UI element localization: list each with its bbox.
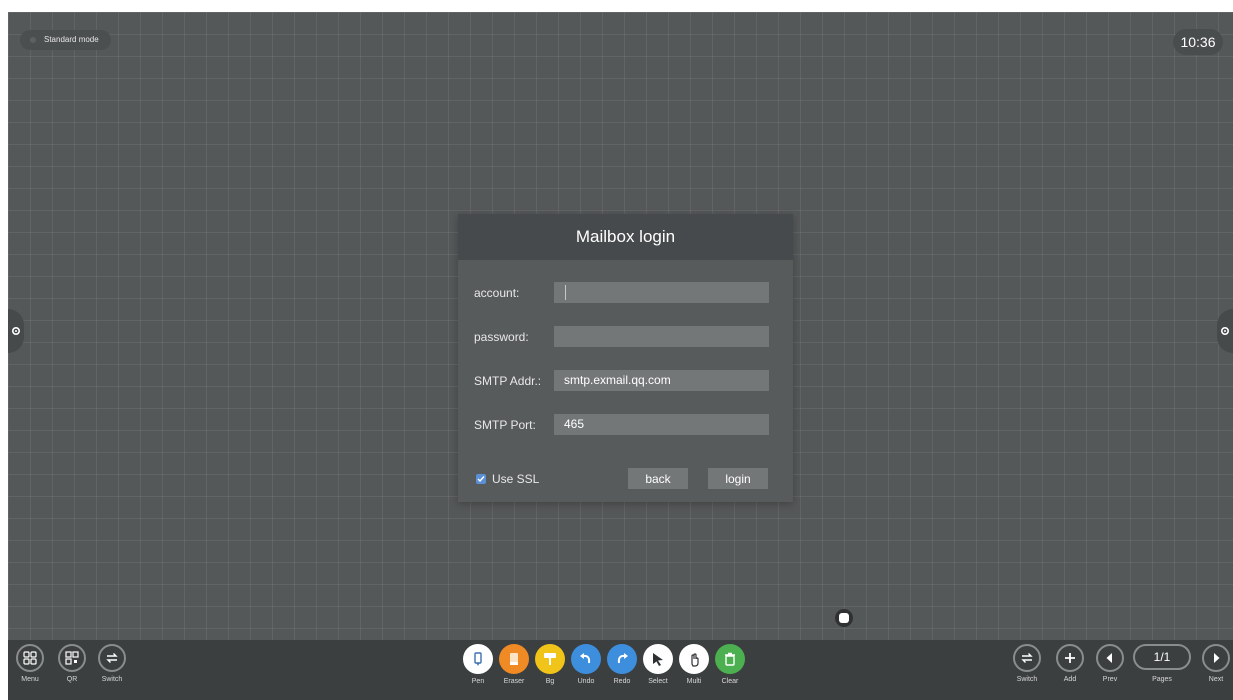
redo-tool[interactable]: Redo xyxy=(607,644,637,685)
next-label: Next xyxy=(1208,676,1224,683)
add-label: Add xyxy=(1063,676,1077,683)
smtp-port-label: SMTP Port: xyxy=(474,418,536,432)
mode-label: Standard mode xyxy=(44,35,99,44)
back-button[interactable]: back xyxy=(628,468,688,489)
switch-left-button[interactable]: Switch xyxy=(98,644,126,683)
eraser-label: Eraser xyxy=(503,678,525,685)
account-row: account: xyxy=(474,282,770,303)
smtp-addr-row: SMTP Addr.: smtp.exmail.qq.com xyxy=(474,370,770,391)
mailbox-login-dialog: Mailbox login account: password: SMTP Ad… xyxy=(458,214,793,502)
multi-touch-tool[interactable]: Multi xyxy=(679,644,709,685)
switch-right-button[interactable]: Switch xyxy=(1013,644,1041,683)
add-page-button[interactable]: Add xyxy=(1056,644,1084,683)
pen-label: Pen xyxy=(471,678,485,685)
select-tool[interactable]: Select xyxy=(643,644,673,685)
pages-indicator[interactable]: 1/1 Pages xyxy=(1133,644,1191,683)
whiteboard-canvas[interactable]: Standard mode 10:36 Mailbox login accoun… xyxy=(8,12,1233,700)
qr-code-icon xyxy=(65,651,79,665)
clock: 10:36 xyxy=(1173,29,1223,55)
clear-tool[interactable]: Clear xyxy=(715,644,745,685)
account-label: account: xyxy=(474,286,520,300)
menu-button[interactable]: Menu xyxy=(16,644,44,683)
square-dot-icon xyxy=(839,613,849,623)
use-ssl-checkbox[interactable] xyxy=(476,474,486,484)
menu-grid-icon xyxy=(23,651,37,665)
mode-indicator[interactable]: Standard mode xyxy=(20,30,111,50)
prev-icon xyxy=(1106,653,1112,663)
bg-label: Bg xyxy=(545,678,555,685)
select-arrow-icon xyxy=(653,653,663,666)
multi-touch-icon xyxy=(691,653,699,667)
account-field[interactable] xyxy=(554,282,769,303)
smtp-addr-label: SMTP Addr.: xyxy=(474,374,542,388)
smtp-port-row: SMTP Port: 465 xyxy=(474,414,770,435)
left-settings-tab[interactable] xyxy=(8,309,24,353)
menu-label: Menu xyxy=(21,676,39,683)
trash-icon xyxy=(725,652,735,666)
qr-button[interactable]: QR xyxy=(58,644,86,683)
add-icon xyxy=(1065,653,1075,663)
prev-label: Prev xyxy=(1102,676,1118,683)
multi-label: Multi xyxy=(686,678,702,685)
switch-label: Switch xyxy=(101,676,123,683)
password-row: password: xyxy=(474,326,770,347)
eraser-tool[interactable]: Eraser xyxy=(499,644,529,685)
select-label: Select xyxy=(648,678,668,685)
use-ssl-checkbox-row[interactable]: Use SSL xyxy=(476,472,539,486)
login-button[interactable]: login xyxy=(708,468,768,489)
text-caret xyxy=(565,285,566,300)
undo-label: Undo xyxy=(577,678,595,685)
qr-label: QR xyxy=(66,676,78,683)
switch-right-label: Switch xyxy=(1016,676,1038,683)
redo-icon xyxy=(617,653,628,664)
dialog-title: Mailbox login xyxy=(575,227,676,246)
page-number: 1/1 xyxy=(1133,644,1191,670)
bottom-toolbar: Menu QR Switch Pen Eraser Bg Undo Redo S… xyxy=(8,640,1233,700)
background-tool[interactable]: Bg xyxy=(535,644,565,685)
switch-icon xyxy=(106,653,118,663)
next-page-button[interactable]: Next xyxy=(1202,644,1230,683)
use-ssl-label: Use SSL xyxy=(492,472,540,486)
undo-tool[interactable]: Undo xyxy=(571,644,601,685)
password-label: password: xyxy=(474,330,529,344)
pages-label: Pages xyxy=(1152,676,1172,683)
undo-icon xyxy=(580,653,591,664)
clear-label: Clear xyxy=(721,678,739,685)
next-icon xyxy=(1214,653,1220,663)
password-field[interactable] xyxy=(554,326,769,347)
dialog-header: Mailbox login xyxy=(458,214,793,260)
redo-label: Redo xyxy=(613,678,631,685)
right-settings-tab[interactable] xyxy=(1217,309,1233,353)
smtp-port-field[interactable]: 465 xyxy=(554,414,769,435)
brush-icon xyxy=(544,653,556,665)
pen-icon xyxy=(474,652,482,666)
gear-icon xyxy=(11,326,21,336)
prev-page-button[interactable]: Prev xyxy=(1096,644,1124,683)
pen-tool[interactable]: Pen xyxy=(463,644,493,685)
floating-handle[interactable] xyxy=(835,609,853,627)
switch-icon xyxy=(1021,653,1033,663)
eraser-icon xyxy=(510,653,518,665)
smtp-addr-field[interactable]: smtp.exmail.qq.com xyxy=(554,370,769,391)
gear-icon xyxy=(1220,326,1230,336)
checkmark-icon xyxy=(477,476,485,483)
